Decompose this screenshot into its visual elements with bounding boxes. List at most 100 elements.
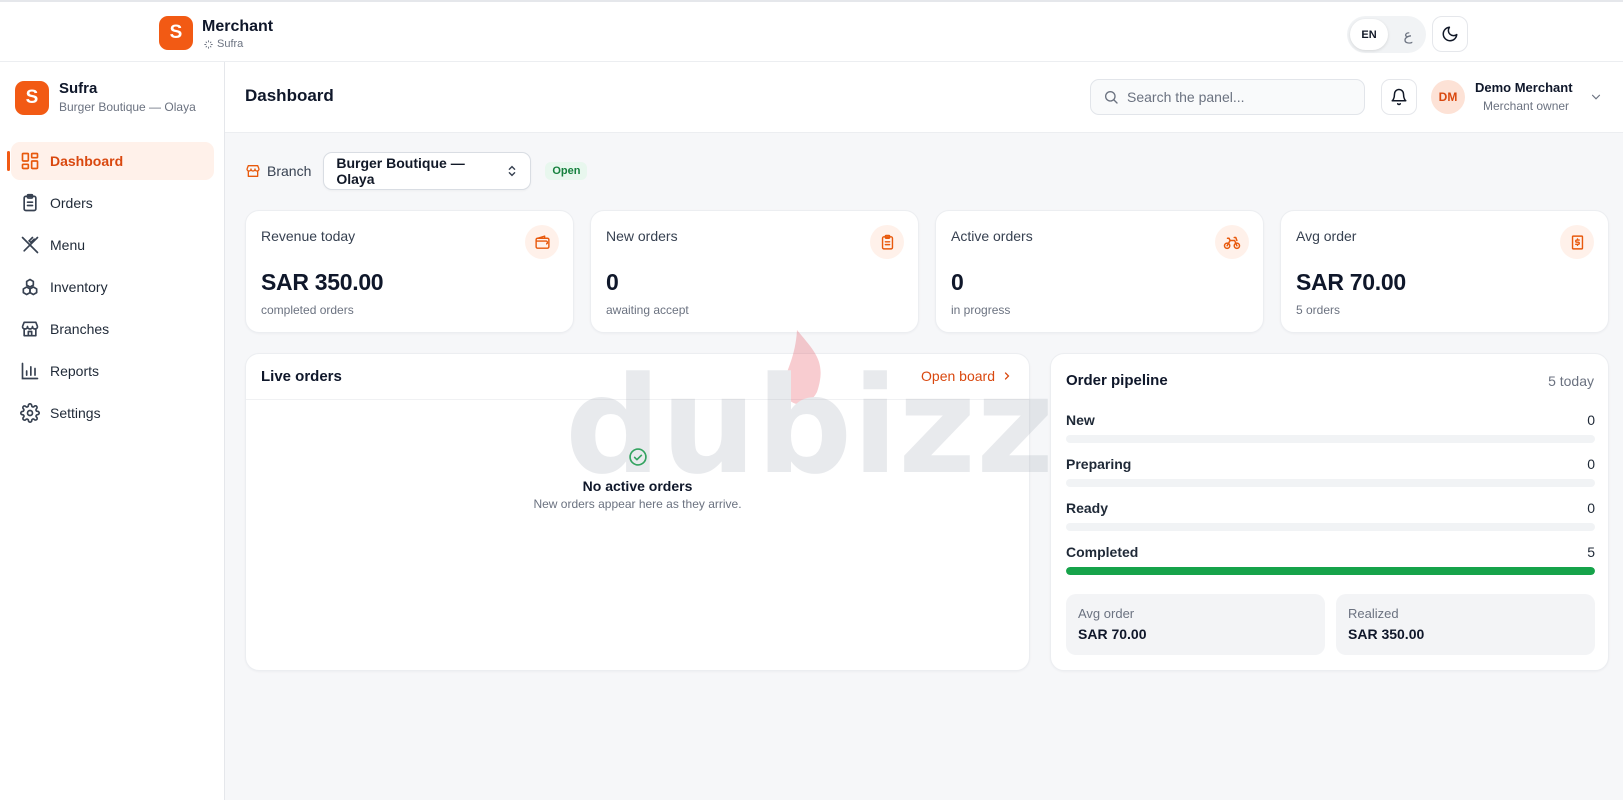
pipeline-stage-ready: Ready 0 — [1066, 500, 1595, 531]
sidebar-item-reports[interactable]: Reports — [11, 352, 214, 390]
chevron-down-icon[interactable] — [1589, 90, 1603, 104]
merchant-logo: S — [159, 16, 193, 50]
order-pipeline-card: Order pipeline 5 today New 0 Preparing 0… — [1050, 353, 1609, 671]
lang-en-option[interactable]: EN — [1350, 19, 1388, 50]
gear-icon — [20, 403, 40, 423]
sidebar-nav: Dashboard Orders Menu Inventory Branches… — [0, 142, 225, 436]
branch-label: Branch — [245, 163, 311, 179]
merchant-title: Merchant — [202, 18, 274, 35]
sidebar-item-inventory[interactable]: Inventory — [11, 268, 214, 306]
live-orders-header: Live orders Open board — [246, 354, 1029, 400]
bell-icon — [1391, 88, 1407, 106]
stage-value: 0 — [1587, 456, 1595, 472]
branch-bar: Branch Burger Boutique — Olaya Open — [245, 152, 588, 190]
bike-icon — [1215, 225, 1249, 259]
pipeline-stage-completed: Completed 5 — [1066, 544, 1595, 575]
summary-value: SAR 70.00 — [1078, 626, 1147, 642]
stat-label: Avg order — [1296, 228, 1357, 244]
page-header: Dashboard DM Demo Merchant Merchant owne… — [225, 62, 1623, 133]
stat-value: SAR 70.00 — [1296, 269, 1406, 295]
sidebar-item-settings[interactable]: Settings — [11, 394, 214, 432]
realized-summary: Realized SAR 350.00 — [1336, 594, 1595, 655]
stage-value: 0 — [1587, 500, 1595, 516]
merchant-subtitle-text: Sufra — [217, 38, 244, 50]
sparkle-icon — [204, 39, 213, 49]
stat-sub: 5 orders — [1296, 303, 1341, 317]
language-toggle[interactable]: EN ع — [1347, 16, 1426, 53]
merchant-subtitle: Sufra — [203, 38, 243, 50]
status-badge: Open — [545, 162, 588, 180]
open-board-link[interactable]: Open board — [921, 368, 1013, 384]
summary-value: SAR 350.00 — [1348, 626, 1425, 642]
pipeline-stage-preparing: Preparing 0 — [1066, 456, 1595, 487]
user-role: Merchant owner — [1483, 99, 1570, 113]
branch-select[interactable]: Burger Boutique — Olaya — [323, 152, 532, 190]
sidebar-logo: S — [15, 81, 49, 115]
bar-chart-icon — [21, 362, 39, 380]
utensils-icon — [21, 236, 39, 254]
sidebar-item-branches[interactable]: Branches — [11, 310, 214, 348]
sidebar: S Sufra Burger Boutique — Olaya Dashboar… — [0, 62, 225, 800]
stat-sub: awaiting accept — [606, 303, 689, 317]
stage-progress-track — [1066, 435, 1595, 443]
sidebar-item-menu[interactable]: Menu — [11, 226, 214, 264]
wallet-icon — [525, 225, 559, 259]
open-board-label: Open board — [921, 368, 995, 384]
chevron-right-icon — [1004, 372, 1010, 380]
search-box[interactable] — [1090, 79, 1365, 115]
stat-label: New orders — [606, 228, 678, 244]
search-icon — [1105, 91, 1118, 104]
stat-value: 0 — [951, 269, 964, 295]
stat-label: Active orders — [951, 228, 1033, 244]
live-orders-card: Live orders Open board No active orders … — [245, 353, 1030, 671]
avatar[interactable]: DM — [1431, 80, 1465, 114]
stage-name: Completed — [1066, 544, 1139, 560]
pipeline-title: Order pipeline — [1066, 372, 1168, 389]
stage-name: New — [1066, 412, 1095, 428]
branch-label-text: Branch — [267, 163, 312, 179]
stage-value: 0 — [1587, 412, 1595, 428]
avg-order-summary: Avg order SAR 70.00 — [1066, 594, 1325, 655]
sidebar-item-dashboard[interactable]: Dashboard — [7, 142, 214, 180]
stat-value: 0 — [606, 269, 619, 295]
summary-label: Avg order — [1078, 606, 1135, 621]
sidebar-item-label: Branches — [50, 321, 110, 337]
sidebar-item-label: Dashboard — [50, 153, 124, 169]
theme-toggle-button[interactable] — [1432, 16, 1468, 52]
chevron-up-down-icon — [509, 165, 516, 177]
clipboard-icon — [870, 225, 904, 259]
pipeline-stage-new: New 0 — [1066, 412, 1595, 443]
notifications-button[interactable] — [1381, 79, 1417, 115]
stage-progress-track — [1066, 567, 1595, 575]
live-orders-title: Live orders — [261, 368, 342, 385]
empty-state-title: No active orders — [582, 478, 693, 494]
lang-ar-option[interactable]: ع — [1395, 19, 1421, 50]
stat-sub: in progress — [951, 303, 1011, 317]
top-bar: S Merchant Sufra EN ع — [0, 0, 1623, 62]
stat-card-avg-order: Avg order SAR 70.00 5 orders — [1280, 210, 1609, 333]
receipt-icon — [1560, 225, 1594, 259]
empty-state-subtitle: New orders appear here as they arrive. — [533, 497, 742, 511]
stat-card-revenue: Revenue today SAR 350.00 completed order… — [245, 210, 574, 333]
pipeline-count: 5 today — [1548, 373, 1594, 389]
sidebar-brand: Sufra — [59, 80, 98, 97]
stage-progress-track — [1066, 523, 1595, 531]
sidebar-item-label: Inventory — [50, 279, 108, 295]
stage-value: 5 — [1587, 544, 1595, 560]
user-name[interactable]: Demo Merchant — [1475, 80, 1573, 95]
stat-card-new-orders: New orders 0 awaiting accept — [590, 210, 919, 333]
store-icon — [21, 321, 39, 337]
page-title: Dashboard — [245, 86, 334, 105]
sidebar-item-orders[interactable]: Orders — [11, 184, 214, 222]
sidebar-item-label: Menu — [50, 237, 86, 253]
dashboard-icon — [21, 152, 39, 170]
stat-label: Revenue today — [261, 228, 356, 244]
stage-progress-track — [1066, 479, 1595, 487]
sidebar-item-label: Settings — [50, 405, 101, 421]
search-input[interactable] — [1127, 89, 1347, 105]
check-circle-icon — [629, 448, 647, 466]
stage-name: Ready — [1066, 500, 1109, 516]
branch-select-value: Burger Boutique — Olaya — [336, 155, 465, 187]
sidebar-branch: Burger Boutique — Olaya — [59, 100, 196, 114]
stat-sub: completed orders — [261, 303, 354, 317]
